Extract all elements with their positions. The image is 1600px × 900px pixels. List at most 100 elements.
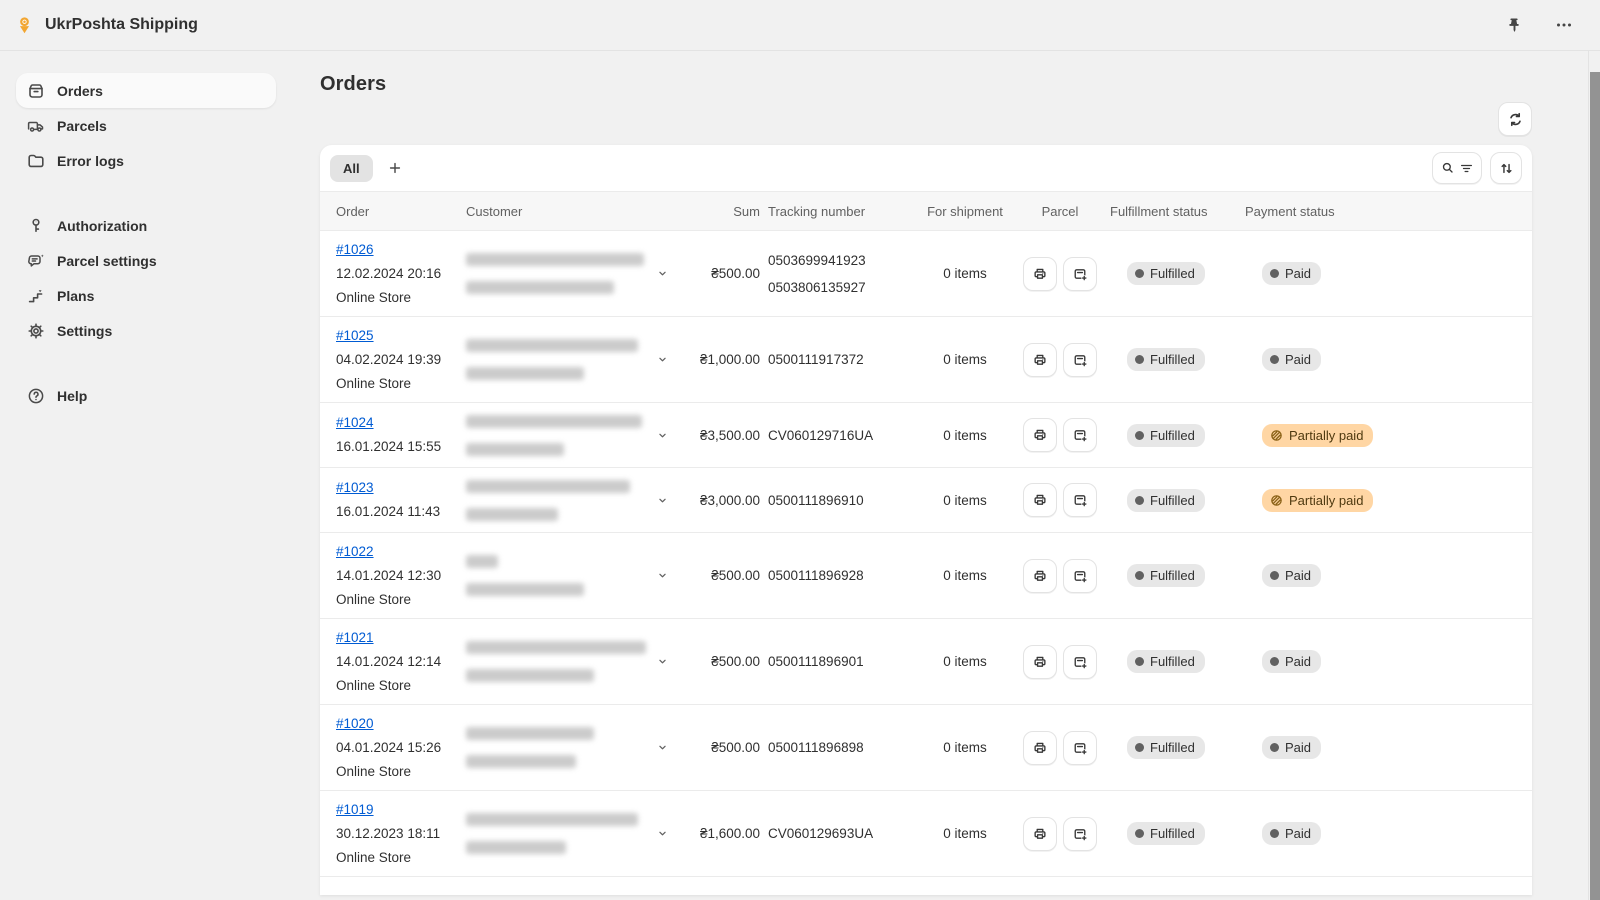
printer-icon (1031, 739, 1049, 757)
page-scrollbar (1588, 51, 1600, 900)
print-label-button[interactable] (1023, 559, 1057, 593)
print-label-button[interactable] (1023, 817, 1057, 851)
sum-cell: ₴500.00 (676, 654, 760, 669)
order-channel: Online Store (336, 588, 466, 612)
ukrposhta-logo-icon (14, 15, 35, 36)
folder-icon (26, 151, 46, 171)
printer-icon (1031, 351, 1049, 369)
order-link[interactable]: #1019 (336, 802, 374, 817)
expand-row-button[interactable] (653, 264, 672, 283)
order-link[interactable]: #1025 (336, 328, 374, 343)
search-icon (1440, 160, 1456, 176)
for-shipment-cell: 0 items (920, 654, 1010, 669)
printer-icon (1031, 653, 1049, 671)
redacted-customer-phone (466, 367, 584, 380)
expand-row-button[interactable] (653, 491, 672, 510)
status-dot-icon (1270, 743, 1279, 752)
order-link[interactable]: #1022 (336, 544, 374, 559)
add-parcel-button[interactable] (1063, 645, 1097, 679)
search-filter-button[interactable] (1432, 152, 1482, 184)
column-header: Tracking number (760, 204, 920, 219)
add-parcel-button[interactable] (1063, 817, 1097, 851)
add-parcel-button[interactable] (1063, 559, 1097, 593)
tab-all[interactable]: All (330, 155, 373, 182)
add-parcel-button[interactable] (1063, 343, 1097, 377)
table-row: #1026 12.02.2024 20:16 Online Store ₴500… (320, 231, 1532, 317)
sidebar-item-settings[interactable]: Settings (16, 313, 276, 348)
payment-status-badge: Paid (1262, 650, 1321, 673)
add-parcel-button[interactable] (1063, 483, 1097, 517)
sidebar-item-parcels[interactable]: Parcels (16, 108, 276, 143)
tracking-cell: CV060129716UA (760, 428, 920, 443)
add-parcel-button[interactable] (1063, 257, 1097, 291)
redacted-customer-phone (466, 443, 564, 456)
redacted-customer-phone (466, 669, 594, 682)
print-label-button[interactable] (1023, 418, 1057, 452)
status-dot-icon (1270, 269, 1279, 278)
orders-box-icon (26, 81, 46, 101)
sidebar-item-label: Parcels (57, 118, 107, 134)
sidebar-item-authorization[interactable]: Authorization (16, 208, 276, 243)
partially-paid-icon (1270, 429, 1283, 442)
add-view-button[interactable] (379, 156, 411, 180)
chevron-down-icon (655, 428, 670, 443)
redacted-customer-phone (466, 841, 566, 854)
for-shipment-cell: 0 items (920, 826, 1010, 841)
order-link[interactable]: #1026 (336, 242, 374, 257)
overflow-menu-button[interactable] (1550, 11, 1578, 39)
print-label-button[interactable] (1023, 731, 1057, 765)
sidebar-item-plans[interactable]: Plans (16, 278, 276, 313)
sidebar-item-orders[interactable]: Orders (16, 73, 276, 108)
sidebar-item-label: Orders (57, 83, 103, 99)
print-label-button[interactable] (1023, 343, 1057, 377)
order-channel: Online Store (336, 286, 466, 310)
order-link[interactable]: #1024 (336, 415, 374, 430)
print-label-button[interactable] (1023, 257, 1057, 291)
redacted-customer-name (466, 415, 642, 428)
expand-row-button[interactable] (653, 652, 672, 671)
fulfillment-status-badge: Fulfilled (1127, 424, 1205, 447)
pin-icon (1505, 16, 1524, 35)
fulfillment-status-badge: Fulfilled (1127, 489, 1205, 512)
order-link[interactable]: #1020 (336, 716, 374, 731)
sort-button[interactable] (1490, 152, 1522, 184)
parcel-cell (1010, 343, 1110, 377)
chevron-down-icon (655, 654, 670, 669)
pin-button[interactable] (1501, 12, 1528, 39)
sidebar-item-parcel-settings[interactable]: Parcel settings (16, 243, 276, 278)
table-row: #1020 04.01.2024 15:26 Online Store ₴500… (320, 705, 1532, 791)
parcel-cell (1010, 645, 1110, 679)
fulfillment-cell: Fulfilled (1110, 348, 1245, 371)
order-link[interactable]: #1023 (336, 480, 374, 495)
expand-row-button[interactable] (653, 738, 672, 757)
refresh-button[interactable] (1498, 102, 1532, 136)
sum-cell: ₴500.00 (676, 266, 760, 281)
print-label-button[interactable] (1023, 483, 1057, 517)
chevron-down-icon (655, 266, 670, 281)
payment-cell: Paid (1245, 348, 1532, 371)
add-parcel-icon (1071, 567, 1089, 585)
add-parcel-button[interactable] (1063, 731, 1097, 765)
order-link[interactable]: #1021 (336, 630, 374, 645)
expand-row-button[interactable] (653, 426, 672, 445)
order-date: 04.02.2024 19:39 (336, 348, 466, 372)
chevron-down-icon (655, 826, 670, 841)
sidebar-item-help[interactable]: Help (16, 378, 276, 413)
payment-cell: Paid (1245, 736, 1532, 759)
status-dot-icon (1270, 657, 1279, 666)
overflow-menu-icon (1554, 15, 1574, 35)
expand-row-button[interactable] (653, 824, 672, 843)
parcel-cell (1010, 483, 1110, 517)
sum-cell: ₴3,500.00 (676, 428, 760, 443)
expand-row-button[interactable] (653, 350, 672, 369)
print-label-button[interactable] (1023, 645, 1057, 679)
sidebar-item-error-logs[interactable]: Error logs (16, 143, 276, 178)
add-parcel-button[interactable] (1063, 418, 1097, 452)
for-shipment-cell: 0 items (920, 740, 1010, 755)
delivery-truck-icon (26, 116, 46, 136)
expand-row-button[interactable] (653, 566, 672, 585)
tracking-cell: 0500111896901 (760, 654, 920, 669)
scrollbar-thumb[interactable] (1590, 72, 1600, 900)
printer-icon (1031, 426, 1049, 444)
printer-icon (1031, 265, 1049, 283)
